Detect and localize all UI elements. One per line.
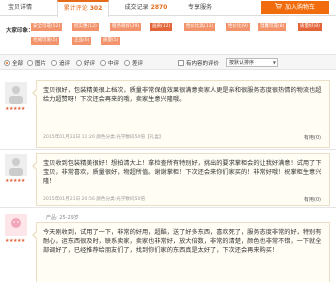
useful-button[interactable]: 有用(0) [304, 134, 321, 141]
tag[interactable]: 质量好(8) [298, 23, 322, 31]
rating-stars: ★★★★★ [5, 106, 25, 112]
review-meta: 2015年01月22日 11:20 颜色分类:光学数码50倍【礼盒】 [43, 135, 164, 140]
has-content-checkbox[interactable] [178, 60, 184, 66]
review-item: ★★★★★ 宝贝很好，包装精美很上档次，质量非常保值效果很满意卖家人更是亲和很服… [0, 78, 336, 150]
filter-follow-radio[interactable] [51, 60, 57, 66]
tag[interactable]: 安全可靠(52) [31, 23, 63, 31]
chevron-down-icon: ▼ [272, 60, 276, 65]
review-bubble: 宝贝很好，包装精美很上档次，质量非常保值效果很满意卖家人更是亲和很服务态度很热情… [32, 80, 330, 148]
review-text: 宝贝很好，包装精美很上档次，质量非常保值效果很满意卖家人更是亲和很服务态度很热情… [43, 87, 322, 103]
tab-transactions[interactable]: 成交记录 2870 [118, 0, 174, 16]
filter-mid-radio[interactable] [100, 60, 106, 66]
tag[interactable]: 质量(5) [101, 37, 121, 45]
filter-bad-label: 差评 [132, 61, 144, 67]
filter-bad-radio[interactable] [124, 60, 130, 66]
review-meta: 2015年01月21日 20:56 颜色分类:光学数码50倍 [43, 197, 146, 202]
tag[interactable]: 性价比高(11) [184, 23, 216, 31]
tab-exclusive-service[interactable]: 专享服务 [180, 0, 220, 16]
review-text: 宝贝收到包装精美很好！想拍清大上！拿检查所有特别好，挑出的要求掌柜会的让我好满意… [43, 160, 322, 185]
tab-reviews[interactable]: 累计评论 302 [57, 0, 109, 17]
filter-all-radio[interactable] [4, 60, 10, 66]
review-bubble: 今天刚收到，试用了一下，非常的好用，超酷，送了好多东西，喜欢死了，服务态度非常的… [32, 222, 330, 282]
add-to-cart-button[interactable]: 加入购物车 [261, 1, 329, 14]
tag[interactable]: 性价比(9) [226, 23, 250, 31]
rating-stars: ★★★★★ [5, 238, 25, 244]
tab-product-details[interactable]: 宝贝详情 [2, 0, 38, 16]
review-bubble: 宝贝收到包装精美很好！想拍清大上！拿检查所有特别好，挑出的要求掌柜会的让我好满意… [32, 153, 330, 206]
has-content-label: 有内容的评价 [186, 61, 220, 67]
review-text: 今天刚收到，试用了一下，非常的好用，超酷，送了好多东西，喜欢死了，服务态度非常的… [43, 229, 322, 254]
filter-follow-label: 追评 [59, 61, 71, 67]
filter-all-label: 全部 [12, 61, 24, 67]
filter-mid-label: 中评 [108, 61, 120, 67]
filter-good-label: 好评 [84, 61, 96, 67]
tag[interactable]: 挺实惠(12) [72, 23, 99, 31]
cart-icon [275, 1, 283, 14]
tag[interactable]: 毛绒可爱(5) [31, 37, 60, 45]
tag[interactable]: 正品(6) [72, 37, 92, 45]
filter-good-radio[interactable] [76, 60, 82, 66]
review-filter-bar: 全部 图片 追评 好评 中评 差评 有内容的评价 按默认排序 ▼ [0, 54, 336, 70]
avatar [5, 154, 27, 176]
buyer-age: 产品: 25-29岁 [46, 215, 79, 221]
review-item: ★★★★★ 产品: 25-29岁 今天刚收到，试用了一下，非常的好用，超酷，送了… [0, 208, 336, 282]
tag[interactable]: 服务很好(29) [110, 23, 142, 31]
impression-tags: 大家印象： 安全可靠(52) 挺实惠(12) 服务很好(29) 画质(12) 性… [6, 21, 329, 51]
filter-with-pic-label: 图片 [35, 61, 47, 67]
useful-button[interactable]: 有用(0) [304, 196, 321, 203]
review-item: ★★★★★ 宝贝收到包装精美很好！想拍清大上！拿检查所有特别好，挑出的要求掌柜会… [0, 150, 336, 208]
tag[interactable]: 温馨可靠(8) [258, 23, 287, 31]
avatar [5, 82, 27, 104]
tags-title: 大家印象： [6, 28, 34, 34]
avatar [5, 214, 27, 236]
tag[interactable]: 画质(12) [150, 23, 173, 31]
filter-with-pic-radio[interactable] [27, 60, 33, 66]
tab-bar: 宝贝详情 累计评论 302 成交记录 2870 专享服务 加入购物车 [0, 0, 336, 17]
sort-select[interactable]: 按默认排序 ▼ [226, 58, 278, 67]
rating-stars: ★★★★★ [5, 178, 25, 184]
